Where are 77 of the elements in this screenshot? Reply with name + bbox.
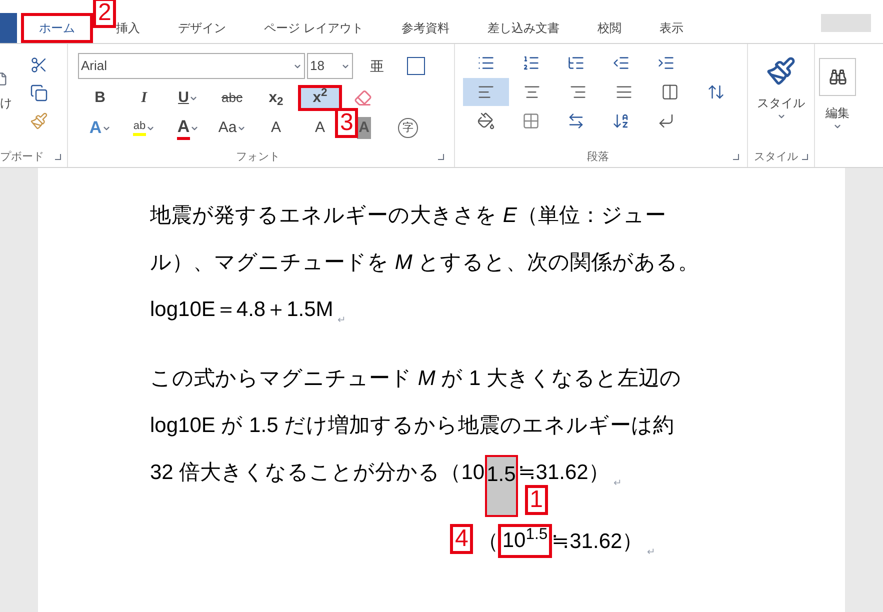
scissors-icon bbox=[30, 56, 48, 74]
brush-icon bbox=[30, 112, 48, 130]
group-label: プボード bbox=[0, 150, 44, 164]
binoculars-icon bbox=[828, 68, 846, 86]
font-tool-button[interactable]: A bbox=[270, 116, 281, 140]
text-run: ≒31.62） bbox=[552, 529, 644, 555]
callout-number: 1 bbox=[524, 485, 548, 515]
distribute-align-icon bbox=[661, 83, 679, 101]
font-tool-button[interactable]: A bbox=[89, 115, 102, 141]
ribbon-tab[interactable]: 差し込み文書 bbox=[472, 13, 574, 43]
text-run: ル）、マグニチュードを M とすると、次の関係がある。 bbox=[150, 250, 700, 276]
numbered-list-icon bbox=[522, 54, 540, 72]
launcher-icon[interactable] bbox=[802, 154, 808, 160]
indent-increase-icon bbox=[657, 54, 675, 72]
group-label: スタイル bbox=[754, 150, 798, 164]
eraser-icon[interactable] bbox=[354, 89, 372, 107]
return-arrow-icon bbox=[657, 112, 675, 130]
paint-bucket-icon bbox=[477, 112, 495, 130]
paragraph-mark: ↵ bbox=[613, 477, 622, 491]
text-run: 32 倍大きくなることが分かる（10 bbox=[150, 460, 485, 486]
bullet-list-icon bbox=[477, 54, 495, 72]
font-tool-button[interactable]: B bbox=[94, 86, 106, 110]
justify-align-icon bbox=[615, 83, 633, 101]
group-label: 段落 bbox=[587, 150, 609, 164]
ruby-button[interactable]: 亜 bbox=[355, 56, 399, 76]
caret-icon bbox=[776, 112, 786, 121]
font-tool-button[interactable]: U bbox=[178, 86, 189, 110]
sort-icon bbox=[612, 112, 630, 130]
text-run: この式からマグニチュード M が 1 大きくなると左辺の bbox=[150, 366, 682, 392]
font-tool-button[interactable]: abc bbox=[222, 88, 242, 108]
font-tool-button[interactable]: ab bbox=[133, 120, 146, 136]
ribbon-tab[interactable]: 参考資料 bbox=[386, 13, 464, 43]
account-placeholder bbox=[821, 14, 871, 32]
callout-number: 4 bbox=[450, 524, 474, 554]
ribbon-tab[interactable]: デザイン bbox=[163, 13, 241, 43]
paragraph-mark: ↵ bbox=[337, 314, 346, 328]
font-tool-button[interactable]: I bbox=[141, 86, 147, 110]
paragraph-mark: ↵ bbox=[647, 546, 656, 560]
text-box-icon[interactable] bbox=[407, 57, 425, 75]
ribbon-tab[interactable]: ホーム bbox=[21, 13, 93, 43]
callout-number: 3 bbox=[335, 108, 358, 138]
ribbon-tab[interactable]: 表示 bbox=[644, 13, 698, 43]
alignment-button[interactable] bbox=[463, 78, 509, 106]
text-run: （ bbox=[477, 529, 498, 555]
launcher-icon[interactable] bbox=[55, 154, 61, 160]
font-tool-button[interactable]: 字 bbox=[398, 118, 418, 138]
ribbon-tab[interactable]: 校閲 bbox=[582, 13, 636, 43]
font-tool-button[interactable]: x$_{2}$ bbox=[268, 86, 284, 110]
borders-icon bbox=[522, 112, 540, 130]
text-run: ≒31.62） bbox=[518, 460, 610, 486]
center-align-icon bbox=[523, 83, 541, 101]
launcher-icon[interactable] bbox=[438, 154, 444, 160]
right-align-icon bbox=[569, 83, 587, 101]
callout-number: 2 bbox=[93, 0, 116, 28]
paste-label[interactable]: け bbox=[0, 94, 12, 112]
font-tool-button[interactable]: A bbox=[314, 116, 325, 140]
indent-decrease-icon bbox=[612, 54, 630, 72]
font-tool-button[interactable]: A bbox=[177, 116, 190, 140]
multilevel-list-icon bbox=[567, 54, 585, 72]
launcher-icon[interactable] bbox=[733, 154, 739, 160]
font-size-field[interactable]: 18 bbox=[307, 53, 353, 79]
font-name-field[interactable]: Arial bbox=[78, 53, 305, 79]
text-run: 地震が発するエネルギーの大きさを E（単位：ジュー bbox=[150, 203, 666, 229]
text-spacing-icon bbox=[567, 112, 585, 130]
group-label: フォント bbox=[236, 150, 280, 164]
brush-icon bbox=[766, 56, 796, 86]
text-run: log10E が 1.5 だけ増加するから地震のエネルギーは約 bbox=[150, 413, 674, 439]
copy-icon bbox=[30, 84, 48, 102]
styles-button[interactable]: スタイル bbox=[757, 56, 805, 121]
caret-icon bbox=[833, 122, 842, 131]
font-tool-button[interactable]: Aa bbox=[218, 116, 237, 140]
boxed-text: 10$^{1.5}$ bbox=[498, 524, 552, 558]
selected-text: 1.5 bbox=[484, 455, 518, 517]
left-align-icon bbox=[477, 83, 495, 101]
text-run: log10E＝4.8＋1.5M bbox=[150, 297, 334, 323]
line-spacing-icon bbox=[707, 83, 725, 101]
ribbon-tab[interactable]: ページ レイアウト bbox=[249, 13, 378, 43]
